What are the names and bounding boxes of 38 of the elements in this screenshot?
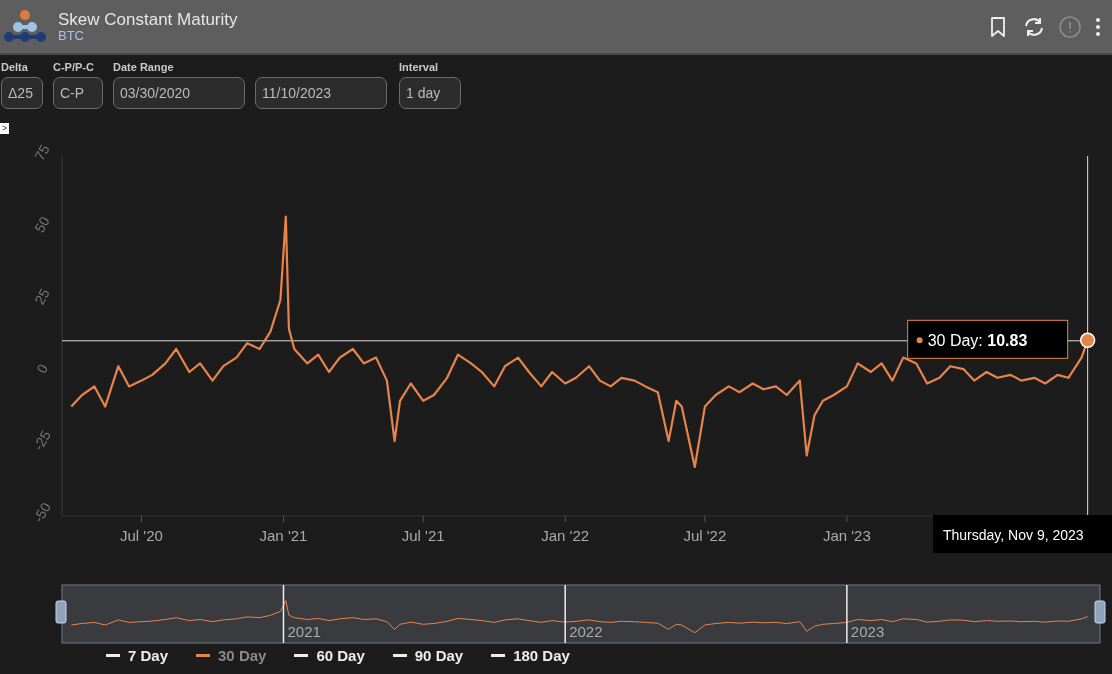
y-tick-label: 75 [31, 141, 53, 164]
legend-item[interactable]: 180 Day [491, 647, 570, 664]
x-tick-label: Jan '23 [822, 527, 871, 544]
field-label: Date Range [113, 61, 175, 74]
year-label: 2022 [569, 623, 603, 640]
legend-item[interactable]: 7 Day [106, 647, 169, 664]
date-tooltip: Thursday, Nov 9, 2023 [933, 515, 1112, 553]
year-label: 2021 [287, 623, 321, 640]
x-tick-label: Jul '22 [683, 527, 727, 544]
year-label: 2023 [850, 623, 885, 640]
y-tick-label: 0 [33, 361, 51, 376]
x-tick-label: Jul '21 [401, 527, 445, 544]
input-field[interactable]: 03/30/2020 [113, 77, 245, 109]
x-tick-label: Jan '22 [541, 527, 590, 544]
field-label: Delta [1, 61, 29, 74]
range-handle[interactable] [55, 600, 67, 624]
input-field[interactable]: 11/10/2023 [255, 77, 387, 109]
panel-toggle[interactable]: > [0, 123, 10, 134]
input-field[interactable]: C-P [53, 77, 103, 109]
input-field[interactable]: Δ25 [1, 77, 43, 109]
asset-subtitle: BTC [58, 28, 85, 43]
app-title: Skew Constant Maturity [58, 10, 239, 29]
hover-tooltip: 30 Day: 10.83 [907, 319, 1069, 359]
y-tick-label: 50 [31, 213, 53, 236]
legend-item[interactable]: 90 Day [392, 647, 464, 664]
y-tick-label: 25 [31, 285, 53, 308]
range-slider[interactable] [61, 584, 1101, 644]
field-label: Interval [399, 61, 440, 74]
y-tick-label: -25 [30, 427, 54, 454]
field-label: C-P/P-C [53, 61, 95, 74]
legend-item[interactable]: 30 Day [196, 647, 267, 664]
range-handle[interactable] [1094, 600, 1106, 624]
legend-item[interactable]: 60 Day [294, 647, 365, 664]
y-tick-label: -50 [30, 499, 54, 526]
input-field[interactable]: 1 day [399, 77, 461, 109]
x-tick-label: Jan '21 [259, 527, 308, 544]
hover-marker [1079, 332, 1096, 349]
x-tick-label: Jul '20 [120, 527, 163, 544]
